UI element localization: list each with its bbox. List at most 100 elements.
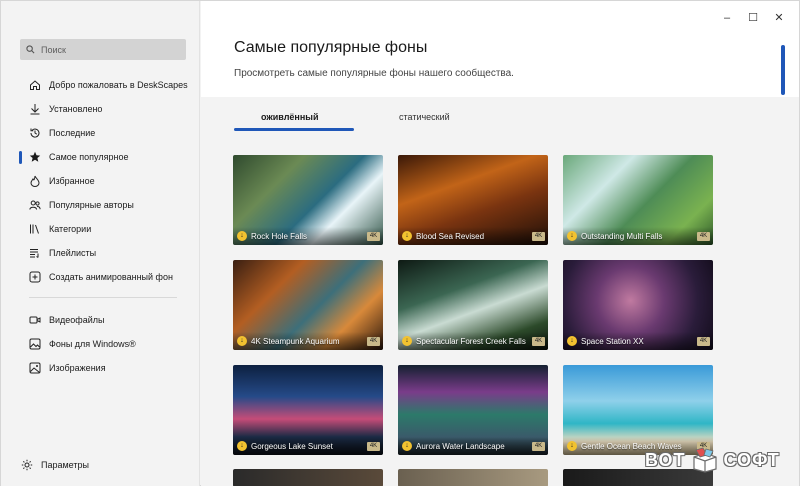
- wallpaper-card[interactable]: ↓ Aurora Water Landscape 4K: [398, 365, 548, 455]
- playlist-icon: [30, 249, 39, 258]
- download-icon[interactable]: ↓: [402, 441, 412, 451]
- home-icon: [30, 80, 40, 90]
- card-title: Space Station XX: [581, 336, 644, 346]
- wallpaper-card[interactable]: ↓ Blood Sea Revised 4K: [398, 155, 548, 245]
- wallpaper-card[interactable]: ↓ Gentle Ocean Beach Waves 4K: [563, 365, 713, 455]
- wallpaper-card[interactable]: [233, 469, 383, 486]
- sidebar-item-categories[interactable]: Категории: [1, 217, 200, 241]
- sidebar-item-label: Добро пожаловать в DeskScapes: [49, 80, 188, 90]
- resolution-badge: 4K: [697, 337, 710, 346]
- video-icon: [29, 316, 41, 324]
- gear-icon: [21, 459, 33, 471]
- sidebar-item-recent[interactable]: Последние: [1, 121, 200, 145]
- resolution-badge: 4K: [367, 442, 380, 451]
- wallpaper-card[interactable]: ↓ Rock Hole Falls 4K: [233, 155, 383, 245]
- wallpaper-grid: ↓ Rock Hole Falls 4K ↓ Blood Sea Revised 4…: [201, 141, 799, 486]
- sidebar-item-label: Самое популярное: [49, 152, 129, 162]
- sidebar-item-video-files[interactable]: Видеофайлы: [1, 308, 200, 332]
- wallpaper-card[interactable]: ↓ Spectacular Forest Creek Falls 4K: [398, 260, 548, 350]
- sidebar-item-popular-authors[interactable]: Популярные авторы: [1, 193, 200, 217]
- download-icon[interactable]: ↓: [402, 231, 412, 241]
- card-title: 4K Steampunk Aquarium: [251, 336, 340, 346]
- download-icon[interactable]: ↓: [237, 336, 247, 346]
- wallpaper-card[interactable]: ↓ 4K Steampunk Aquarium 4K: [233, 260, 383, 350]
- sidebar-item-most-popular[interactable]: Самое популярное: [1, 145, 200, 169]
- sidebar-item-label: Создать анимированный фон: [49, 272, 173, 282]
- library-icon: [30, 224, 39, 234]
- sidebar: Поиск Добро пожаловать в DeskScapes Уста…: [1, 1, 200, 486]
- sidebar-item-favorites[interactable]: Избранное: [1, 169, 200, 193]
- add-square-icon: [29, 271, 41, 283]
- search-placeholder: Поиск: [41, 44, 66, 55]
- sidebar-item-playlists[interactable]: Плейлисты: [1, 241, 200, 265]
- resolution-badge: 4K: [367, 337, 380, 346]
- picture-icon: [29, 362, 41, 374]
- page-subtitle: Просмотреть самые популярные фоны нашего…: [234, 68, 514, 79]
- resolution-badge: 4K: [532, 442, 545, 451]
- active-tab-indicator: [234, 128, 354, 131]
- download-arrow-icon: [30, 104, 40, 115]
- sidebar-item-label: Установлено: [49, 104, 103, 114]
- card-caption: ↓ Spectacular Forest Creek Falls: [398, 332, 548, 350]
- wallpaper-card[interactable]: ↓ Space Station XX 4K: [563, 260, 713, 350]
- card-title: Aurora Water Landscape: [416, 441, 505, 451]
- resolution-badge: 4K: [532, 232, 545, 241]
- minimize-icon: –: [723, 12, 731, 24]
- close-button[interactable]: ✕: [772, 11, 786, 25]
- wallpaper-card[interactable]: [398, 469, 548, 486]
- sidebar-item-installed[interactable]: Установлено: [1, 97, 200, 121]
- sidebar-item-create-animated[interactable]: Создать анимированный фон: [1, 265, 200, 289]
- download-icon[interactable]: ↓: [567, 336, 577, 346]
- search-icon: [26, 45, 35, 54]
- search-input[interactable]: Поиск: [20, 39, 186, 60]
- card-title: Gorgeous Lake Sunset: [251, 441, 333, 451]
- download-icon[interactable]: ↓: [567, 441, 577, 451]
- sidebar-item-label: Популярные авторы: [49, 200, 134, 210]
- maximize-icon: ☐: [748, 12, 758, 24]
- sidebar-item-windows-backgrounds[interactable]: Фоны для Windows®: [1, 332, 200, 356]
- watermark: ВОТ СОФТ: [645, 447, 780, 473]
- minimize-button[interactable]: –: [720, 11, 734, 25]
- app-window: Поиск Добро пожаловать в DeskScapes Уста…: [0, 0, 800, 486]
- card-title: Rock Hole Falls: [251, 231, 308, 241]
- star-icon: [29, 151, 41, 162]
- image-icon: [29, 338, 41, 350]
- sidebar-item-label: Видеофайлы: [49, 315, 105, 325]
- card-caption: ↓ Outstanding Multi Falls: [563, 227, 713, 245]
- flame-icon: [30, 175, 40, 187]
- maximize-button[interactable]: ☐: [746, 11, 760, 25]
- card-title: Blood Sea Revised: [416, 231, 485, 241]
- settings-button[interactable]: Параметры: [1, 453, 200, 477]
- close-icon: ✕: [774, 12, 784, 24]
- sidebar-item-label: Плейлисты: [49, 248, 97, 258]
- page-title: Самые популярные фоны: [234, 39, 428, 56]
- card-title: Outstanding Multi Falls: [581, 231, 663, 241]
- resolution-badge: 4K: [367, 232, 380, 241]
- download-icon[interactable]: ↓: [402, 336, 412, 346]
- card-caption: ↓ Space Station XX: [563, 332, 713, 350]
- tab-bar: оживлённый статический: [201, 97, 799, 141]
- sidebar-item-label: Категории: [49, 224, 92, 234]
- card-caption: ↓ Rock Hole Falls: [233, 227, 383, 245]
- resolution-badge: 4K: [697, 232, 710, 241]
- main-content: – ☐ ✕ Самые популярные фоны Просмотреть …: [201, 1, 799, 486]
- sidebar-item-images[interactable]: Изображения: [1, 356, 200, 380]
- card-caption: ↓ Gorgeous Lake Sunset: [233, 437, 383, 455]
- download-icon[interactable]: ↓: [237, 441, 247, 451]
- card-caption: ↓ 4K Steampunk Aquarium: [233, 332, 383, 350]
- tab-static[interactable]: статический: [399, 112, 450, 122]
- resolution-badge: 4K: [532, 337, 545, 346]
- wallpaper-card[interactable]: ↓ Gorgeous Lake Sunset 4K: [233, 365, 383, 455]
- scrollbar-thumb[interactable]: [781, 45, 785, 95]
- card-title: Spectacular Forest Creek Falls: [416, 336, 526, 346]
- sidebar-item-label: Избранное: [49, 176, 95, 186]
- wallpaper-card[interactable]: ↓ Outstanding Multi Falls 4K: [563, 155, 713, 245]
- sidebar-item-label: Последние: [49, 128, 96, 138]
- download-icon[interactable]: ↓: [567, 231, 577, 241]
- tab-animated[interactable]: оживлённый: [261, 112, 319, 122]
- divider: [29, 297, 177, 298]
- sidebar-item-welcome[interactable]: Добро пожаловать в DeskScapes: [1, 73, 200, 97]
- card-caption: ↓ Blood Sea Revised: [398, 227, 548, 245]
- download-icon[interactable]: ↓: [237, 231, 247, 241]
- people-icon: [29, 200, 41, 210]
